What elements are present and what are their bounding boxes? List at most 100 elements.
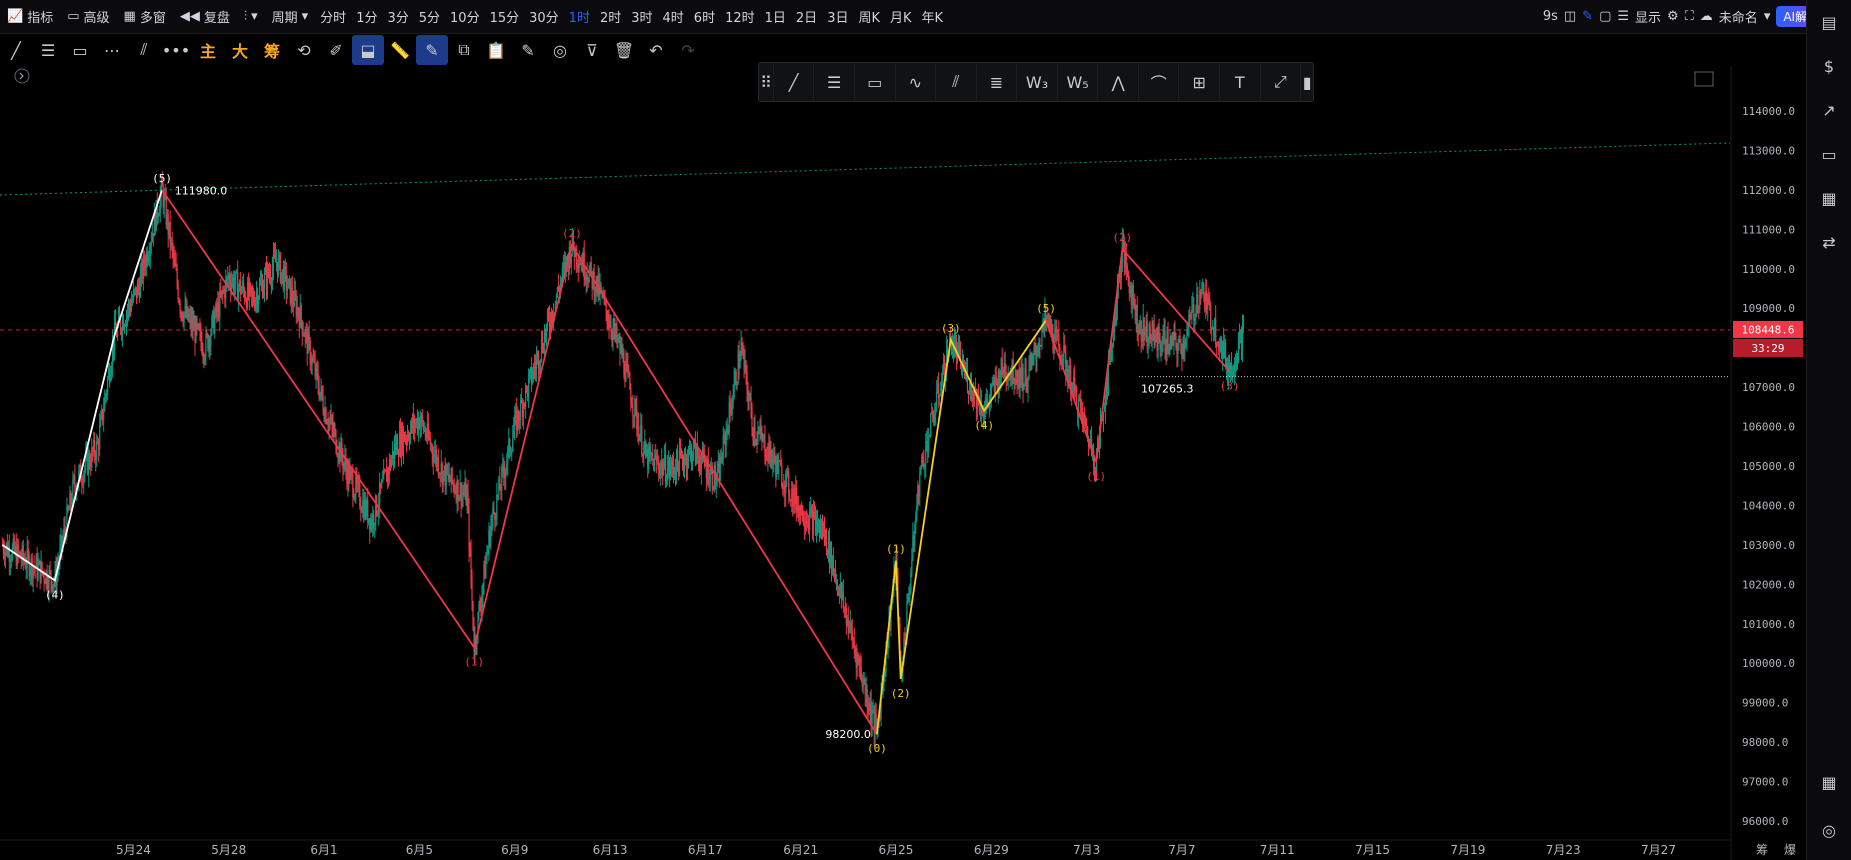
candle-body <box>1174 331 1176 336</box>
interval-11[interactable]: 6时 <box>689 0 720 33</box>
interval-15[interactable]: 3日 <box>822 0 853 33</box>
candle-body <box>1149 324 1151 337</box>
candle-body <box>513 429 515 438</box>
text-tool-icon[interactable]: T <box>1220 64 1261 100</box>
redo-icon[interactable]: ↷ <box>672 35 704 65</box>
more-tools-icon[interactable]: ••• <box>160 35 192 65</box>
undo-icon[interactable]: ↶ <box>640 35 672 65</box>
dollar-icon[interactable]: $ <box>1807 44 1851 88</box>
burst-corner-label[interactable]: 爆 <box>1784 843 1796 857</box>
hline-tool-icon[interactable]: ☰ <box>814 64 855 100</box>
trendline-tool-icon[interactable]: ╱ <box>0 35 32 65</box>
magnet-icon[interactable]: ⬓ <box>352 35 384 65</box>
interval-3[interactable]: 5分 <box>414 0 445 33</box>
candle-body <box>204 358 206 360</box>
interval-18[interactable]: 年K <box>917 0 949 33</box>
chart-type-button[interactable]: ⫶ ▾ <box>237 0 265 33</box>
interval-10[interactable]: 4时 <box>658 0 689 33</box>
exchange-icon[interactable]: ⇄ <box>1807 220 1851 264</box>
parallel-channel-icon[interactable]: ⫽ <box>936 64 977 100</box>
candle-body <box>509 439 511 454</box>
candle-body <box>1161 344 1163 346</box>
candle-body <box>24 561 26 568</box>
interval-0[interactable]: 分时 <box>315 0 351 33</box>
interval-8[interactable]: 2时 <box>595 0 626 33</box>
w3-wave-icon[interactable]: W₃ <box>1017 64 1058 100</box>
fib-icon[interactable]: ≣ <box>977 64 1018 100</box>
interval-1[interactable]: 1分 <box>351 0 382 33</box>
gear-icon[interactable]: ⚙ <box>1667 9 1679 24</box>
interval-6[interactable]: 30分 <box>524 0 564 33</box>
channel-tool-icon[interactable]: ⋯ <box>96 35 128 65</box>
toolbar-collapse-icon[interactable]: ▮ <box>1301 64 1313 100</box>
interval-7[interactable]: 1时 <box>564 0 595 33</box>
calendar-icon[interactable]: ▦ <box>1807 760 1851 804</box>
document-icon[interactable]: ▤ <box>1807 0 1851 44</box>
interval-17[interactable]: 月K <box>885 0 917 33</box>
interval-4[interactable]: 10分 <box>445 0 485 33</box>
drag-handle-icon[interactable]: ⠿ <box>759 64 774 100</box>
pen-tool-icon[interactable]: ✐ <box>320 35 352 65</box>
chevron-down-icon[interactable]: ▾ <box>1764 9 1771 24</box>
chip-button[interactable]: 筹 <box>256 35 288 65</box>
rect-tool-icon[interactable]: ▭ <box>855 64 896 100</box>
draw-mode-icon[interactable]: ✎ <box>416 35 448 65</box>
rectangle-tool-icon[interactable]: ▭ <box>64 35 96 65</box>
big-order-button[interactable]: 大 <box>224 35 256 65</box>
candle-body <box>414 423 417 429</box>
candle-body <box>1238 331 1241 338</box>
trend-icon[interactable]: ↗ <box>1807 88 1851 132</box>
advanced-button[interactable]: ▭ 高级 <box>60 0 116 33</box>
cards-icon[interactable]: ▦ <box>1807 176 1851 220</box>
w5-wave-icon[interactable]: W₅ <box>1058 64 1099 100</box>
indicator-button[interactable]: 📈 指标 <box>0 0 60 33</box>
target-icon[interactable]: ◎ <box>544 35 576 65</box>
monitor-icon[interactable]: ▭ <box>1807 132 1851 176</box>
main-indicator-button[interactable]: 主 <box>192 35 224 65</box>
display-button[interactable]: 显示 <box>1635 7 1661 26</box>
pencil-icon[interactable]: ✎ <box>1582 9 1593 24</box>
lock-icon[interactable]: ⧉ <box>448 35 480 65</box>
sync-icon[interactable]: ⟲ <box>288 35 320 65</box>
candle-body <box>325 408 327 424</box>
pattern-icon[interactable]: ⋀ <box>1098 64 1139 100</box>
interval-9[interactable]: 3时 <box>626 0 657 33</box>
menu-icon[interactable]: ☰ <box>1617 9 1629 24</box>
curve-icon[interactable]: ⌒ <box>1139 64 1180 100</box>
interval-13[interactable]: 1日 <box>760 0 791 33</box>
crosshair-box-icon[interactable]: ⊞ <box>1179 64 1221 100</box>
interval-2[interactable]: 3分 <box>382 0 413 33</box>
clipboard-icon[interactable]: 📋 <box>480 35 512 65</box>
fullscreen-icon[interactable]: ⛶ <box>1685 9 1694 24</box>
chip-corner-label[interactable]: 筹 <box>1756 843 1768 857</box>
candle-body <box>46 571 48 586</box>
note-icon[interactable]: ✎ <box>512 35 544 65</box>
candle-body <box>71 502 73 504</box>
interval-5[interactable]: 15分 <box>485 0 525 33</box>
interval-14[interactable]: 2日 <box>791 0 822 33</box>
headset-icon[interactable]: ◎ <box>1807 808 1851 852</box>
y-axis[interactable]: 96000.0 97000.0 98000.0 99000.0 100000.0 1010… <box>1730 60 1806 860</box>
template-icon[interactable]: ▢ <box>1599 9 1611 24</box>
interval-16[interactable]: 周K <box>853 0 885 33</box>
layout-name[interactable]: 未命名 <box>1719 7 1758 26</box>
path-tool-icon[interactable]: ∿ <box>896 64 937 100</box>
interval-12[interactable]: 12时 <box>720 0 760 33</box>
price-chart[interactable]: (4)(5)(1)(2)(0)(1)(2)(3)(4)(5)(1)(2)(3) … <box>0 0 1851 860</box>
filter-icon[interactable]: ⊽ <box>576 35 608 65</box>
trash-icon[interactable]: 🗑 <box>608 35 640 65</box>
candle-body <box>9 560 11 563</box>
cloud-icon[interactable]: ☁ <box>1700 9 1713 24</box>
camera-icon[interactable]: ◫ <box>1564 9 1576 24</box>
horizontal-lines-tool-icon[interactable]: ☰ <box>32 35 64 65</box>
multi-window-button[interactable]: ▦ 多窗 <box>117 0 173 33</box>
replay-button[interactable]: ◀◀ 复盘 <box>173 0 237 33</box>
parallel-tool-icon[interactable]: ⫽ <box>128 35 160 65</box>
ruler-icon[interactable]: 📏 <box>384 35 416 65</box>
line-tool-icon[interactable]: ╱ <box>774 64 815 100</box>
measure-icon[interactable]: ⤢ <box>1261 64 1302 100</box>
refresh-timer[interactable]: 9s <box>1543 9 1558 24</box>
period-dropdown[interactable]: 周期 ▾ <box>265 0 316 33</box>
candle-body <box>312 357 314 361</box>
candle-body <box>1215 318 1217 344</box>
